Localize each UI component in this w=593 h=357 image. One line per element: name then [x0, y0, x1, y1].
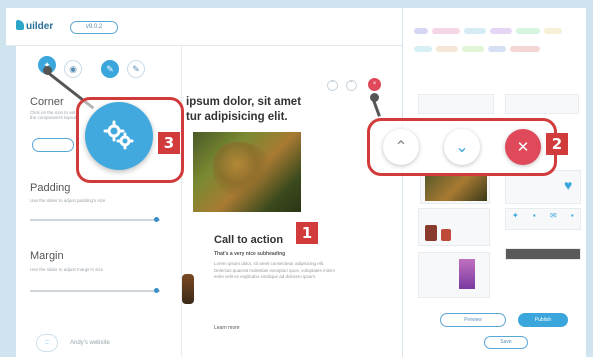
view-toggle-button[interactable]: ◉ [64, 60, 82, 78]
heart-icon: ♥ [564, 177, 573, 193]
move-up-button[interactable]: ⌃ [383, 129, 419, 165]
category-tag[interactable] [414, 28, 428, 34]
save-button[interactable]: Save [484, 336, 528, 349]
category-tag[interactable] [414, 46, 432, 52]
mini-down-control[interactable]: ˇ [346, 80, 357, 91]
margin-slider-handle[interactable] [154, 288, 159, 293]
margin-slider[interactable] [30, 288, 160, 293]
product-thumbnail [182, 274, 194, 304]
mini-up-control[interactable]: ˆ [327, 80, 338, 91]
cta-body: Lorem ipsum dolor, sit amet consectetur … [214, 261, 336, 279]
publish-button[interactable]: Publish [518, 313, 568, 327]
category-tag[interactable] [462, 46, 484, 52]
preview-button[interactable]: Preview [440, 313, 506, 327]
corner-option-button[interactable] [32, 138, 74, 152]
block-thumb-7[interactable] [505, 248, 581, 260]
site-name: Andy's website [70, 340, 110, 346]
padding-hint: Use the slider to adjust padding's size [30, 198, 106, 203]
padding-slider-handle[interactable] [154, 217, 159, 222]
connector-dot-controls [370, 93, 379, 102]
corner-section-hint: Click on the icon to set the component's… [30, 110, 77, 120]
padding-title: Padding [30, 182, 71, 194]
chevron-up-icon: ⌃ [394, 139, 408, 156]
category-tag[interactable] [516, 28, 540, 34]
block-thumb-8[interactable] [418, 252, 490, 298]
product-bottle-1 [425, 225, 437, 241]
gears-icon [103, 120, 134, 150]
style-button[interactable]: ✎ [127, 60, 145, 78]
padding-slider[interactable] [30, 217, 160, 222]
move-down-button[interactable]: ⌄ [444, 129, 480, 165]
category-tag[interactable] [464, 28, 486, 34]
callout-badge-1: 1 [296, 222, 318, 244]
headline-line-1: ipsum dolor, sit amet [186, 96, 302, 108]
canvas-headline: ipsum dolor, sit amet tur adipisicing el… [186, 95, 336, 125]
site-switcher-button[interactable]: :: [36, 334, 58, 352]
margin-title: Margin [30, 250, 64, 262]
category-tag[interactable] [432, 28, 460, 34]
category-tag[interactable] [490, 28, 512, 34]
corner-section-title: Corner [30, 96, 64, 108]
category-tag[interactable] [510, 46, 540, 52]
category-tag[interactable] [544, 28, 562, 34]
product-bottle-2 [441, 229, 451, 241]
cta-subtitle: That's a very nice subheading [214, 251, 286, 257]
block-thumb-2[interactable] [505, 94, 579, 114]
logo-mark-icon [16, 20, 24, 30]
callout-badge-2: 2 [546, 133, 568, 155]
margin-hint: Use the slider to adjust margin's size [30, 267, 104, 272]
edit-button[interactable]: ✎ [101, 60, 119, 78]
category-tag[interactable] [436, 46, 458, 52]
connector-dot-gear [43, 66, 52, 75]
block-thumb-3-image [425, 175, 487, 201]
block-thumb-5[interactable] [418, 208, 490, 246]
app-logo: uilder [16, 20, 53, 32]
delete-block-button[interactable]: ✕ [505, 129, 541, 165]
version-pill[interactable]: v9.0.2 [70, 21, 118, 34]
chevron-down-icon: ⌄ [455, 139, 469, 156]
close-icon: ✕ [516, 139, 530, 156]
app-frame: uilder v9.0.2 ✦ ◉ ✎ ✎ Corner Click on th… [0, 0, 593, 357]
headline-line-2: tur adipisicing elit. [186, 111, 288, 123]
mini-close-control[interactable]: × [368, 78, 381, 91]
block-thumb-1[interactable] [418, 94, 494, 114]
phone-preview [459, 259, 475, 289]
feature-icons: ✦ ▪ ✉ ▪ [512, 211, 580, 220]
block-category-tags [414, 28, 584, 64]
forest-photo [193, 132, 301, 212]
layout-settings-zoomed-button[interactable] [85, 102, 153, 170]
logo-text: uilder [26, 21, 54, 32]
block-thumb-6[interactable]: ✦ ▪ ✉ ▪ [505, 208, 581, 230]
cta-title: Call to action [214, 234, 284, 246]
cta-link[interactable]: Learn more [214, 325, 240, 331]
category-tag[interactable] [488, 46, 506, 52]
callout-badge-3: 3 [158, 132, 180, 154]
